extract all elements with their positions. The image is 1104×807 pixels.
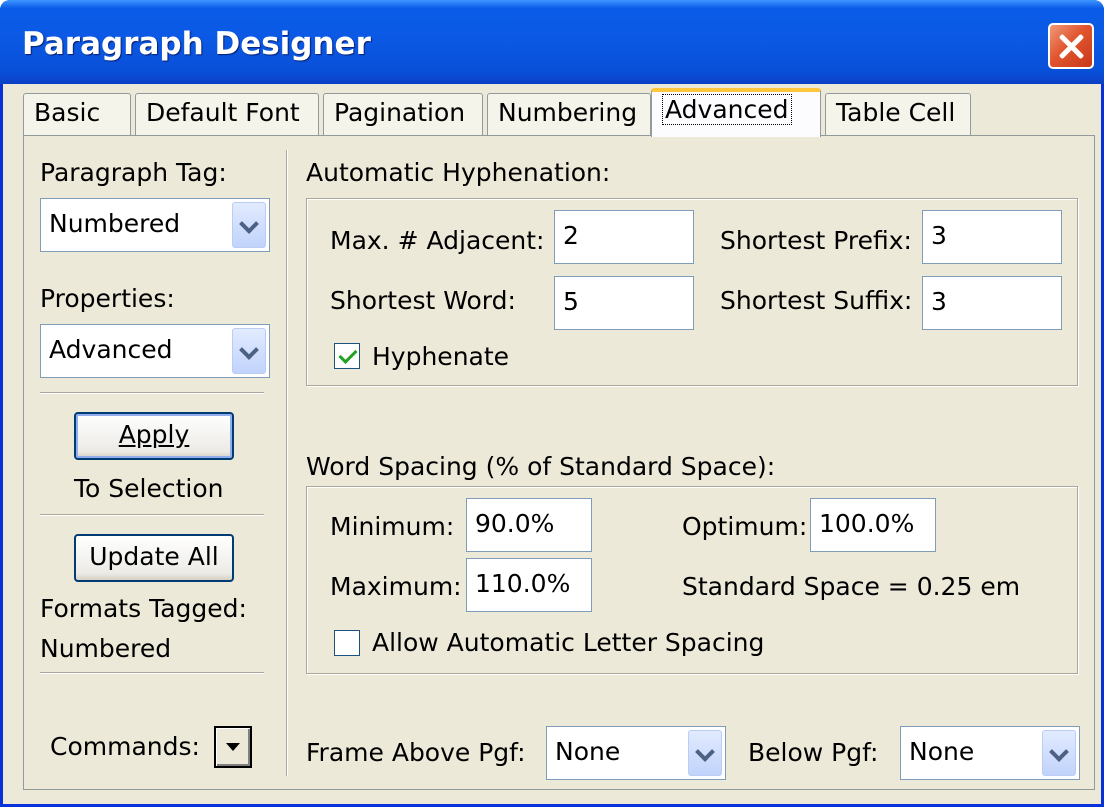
paragraph-tag-dropdown[interactable]: Numbered	[40, 198, 270, 252]
divider	[40, 514, 264, 516]
advanced-tab-panel: Paragraph Tag: Numbered Properties: Adva…	[23, 135, 1095, 790]
update-all-button[interactable]: Update All	[74, 534, 234, 582]
apply-button-label: Apply	[118, 420, 190, 449]
divider	[40, 672, 264, 674]
shortest-suffix-value: 3	[931, 287, 947, 316]
minimum-value: 90.0%	[475, 509, 555, 538]
standard-space-readout: Standard Space = 0.25 em	[682, 572, 1021, 601]
frame-above-value: None	[555, 737, 621, 766]
minimum-label: Minimum:	[330, 512, 455, 541]
divider	[40, 392, 264, 394]
tab-default-font[interactable]: Default Font	[135, 93, 319, 135]
max-adjacent-label: Max. # Adjacent:	[330, 226, 545, 255]
frame-below-dropdown[interactable]: None	[900, 726, 1080, 780]
tab-table-cell[interactable]: Table Cell	[825, 93, 971, 135]
tab-advanced-label: Advanced	[662, 94, 792, 125]
properties-label: Properties:	[40, 284, 175, 313]
paragraph-tag-label: Paragraph Tag:	[40, 158, 227, 187]
paragraph-tag-value: Numbered	[49, 209, 181, 238]
hyphenate-checkbox[interactable]	[334, 343, 360, 369]
chevron-down-icon[interactable]	[232, 202, 266, 248]
formats-tagged-value: Numbered	[40, 634, 172, 663]
tab-advanced[interactable]: Advanced	[651, 88, 821, 137]
maximum-value: 110.0%	[475, 569, 571, 598]
shortest-suffix-input[interactable]: 3	[922, 276, 1062, 330]
window-title: Paragraph Designer	[22, 26, 371, 62]
letter-spacing-checkbox[interactable]	[334, 630, 360, 656]
formats-tagged-label: Formats Tagged:	[40, 594, 247, 623]
word-spacing-heading: Word Spacing (% of Standard Space):	[306, 452, 776, 481]
tab-basic[interactable]: Basic	[23, 93, 131, 135]
shortest-prefix-input[interactable]: 3	[922, 210, 1062, 264]
below-pgf-label: Below Pgf:	[748, 738, 879, 767]
optimum-label: Optimum:	[682, 512, 808, 541]
paragraph-designer-window: Paragraph Designer Basic Default Font Pa…	[0, 0, 1104, 807]
shortest-word-label: Shortest Word:	[330, 286, 516, 315]
apply-button[interactable]: Apply	[74, 412, 234, 460]
frame-above-label: Frame Above Pgf:	[306, 738, 526, 767]
max-adjacent-value: 2	[563, 221, 579, 250]
shortest-prefix-label: Shortest Prefix:	[720, 226, 912, 255]
chevron-down-icon[interactable]	[688, 730, 722, 776]
hyphenation-heading: Automatic Hyphenation:	[306, 158, 611, 187]
apply-to-selection-label: To Selection	[74, 474, 224, 503]
optimum-input[interactable]: 100.0%	[810, 498, 936, 552]
update-all-button-label: Update All	[89, 542, 219, 571]
shortest-word-value: 5	[563, 287, 579, 316]
commands-menu-button[interactable]	[214, 726, 252, 768]
minimum-input[interactable]: 90.0%	[466, 498, 592, 552]
close-icon[interactable]	[1048, 23, 1094, 69]
frame-above-dropdown[interactable]: None	[546, 726, 726, 780]
tab-pagination[interactable]: Pagination	[323, 93, 483, 135]
maximum-input[interactable]: 110.0%	[466, 558, 592, 612]
hyphenate-label[interactable]: Hyphenate	[372, 342, 509, 371]
chevron-down-icon[interactable]	[232, 328, 266, 374]
tab-numbering[interactable]: Numbering	[487, 93, 651, 135]
commands-label: Commands:	[50, 732, 200, 761]
title-bar[interactable]: Paragraph Designer	[0, 0, 1104, 84]
vertical-divider	[286, 150, 288, 776]
properties-value: Advanced	[49, 335, 173, 364]
maximum-label: Maximum:	[330, 572, 462, 601]
max-adjacent-input[interactable]: 2	[554, 210, 694, 264]
letter-spacing-label[interactable]: Allow Automatic Letter Spacing	[372, 628, 764, 657]
chevron-down-icon[interactable]	[1042, 730, 1076, 776]
shortest-word-input[interactable]: 5	[554, 276, 694, 330]
properties-dropdown[interactable]: Advanced	[40, 324, 270, 378]
shortest-suffix-label: Shortest Suffix:	[720, 286, 913, 315]
optimum-value: 100.0%	[819, 509, 915, 538]
frame-below-value: None	[909, 737, 975, 766]
shortest-prefix-value: 3	[931, 221, 947, 250]
